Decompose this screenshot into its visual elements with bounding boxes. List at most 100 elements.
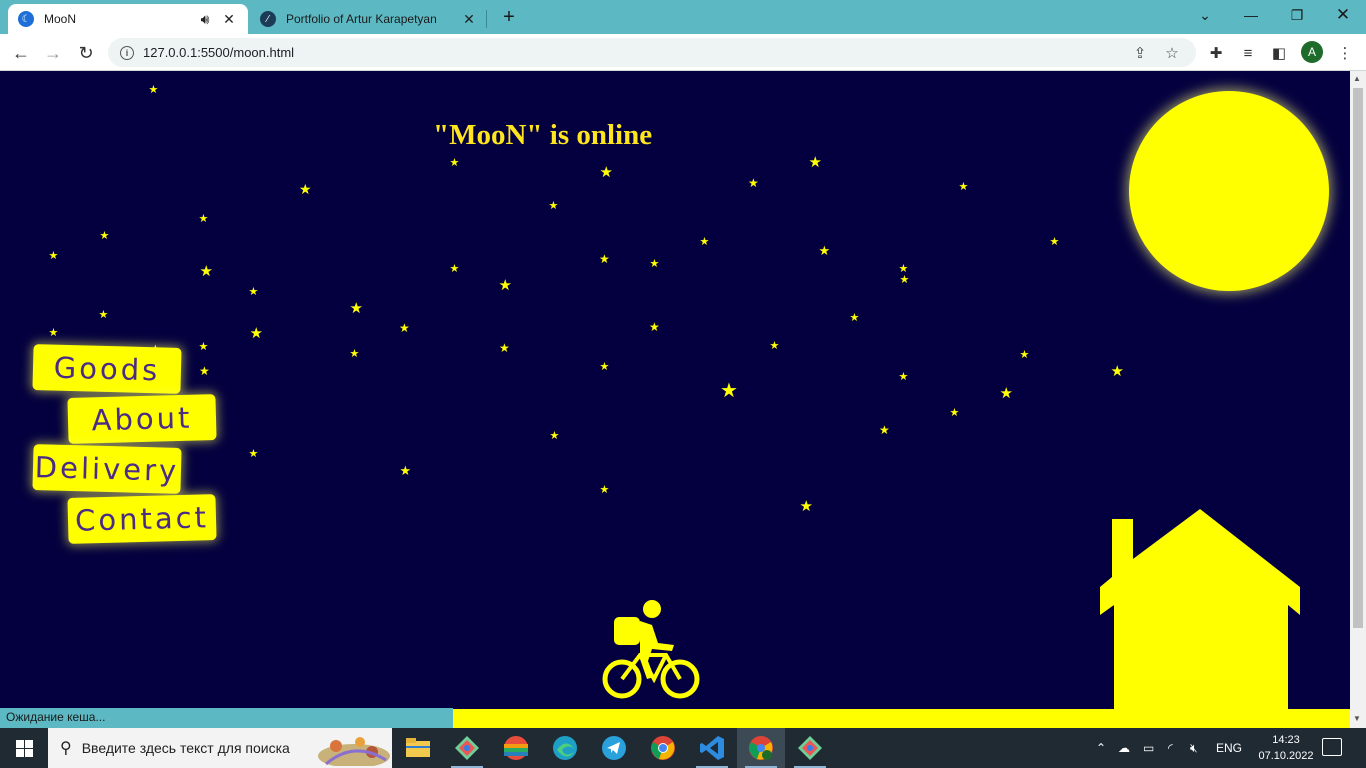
battery-icon[interactable]: ▭ bbox=[1143, 728, 1154, 768]
gitkraken-icon bbox=[798, 736, 822, 760]
star: ★ bbox=[548, 199, 559, 212]
browser-toolbar: ← → ↻ i 127.0.0.1:5500/moon.html ⇪ ☆ ✚ ≡… bbox=[0, 34, 1366, 71]
house-icon bbox=[1100, 509, 1300, 709]
star: ★ bbox=[498, 276, 512, 294]
rainbow-app-icon bbox=[504, 736, 528, 760]
star: ★ bbox=[1019, 348, 1030, 361]
star: ★ bbox=[949, 406, 960, 419]
profile-avatar[interactable]: A bbox=[1301, 41, 1323, 63]
notification-center-icon[interactable] bbox=[1322, 738, 1342, 756]
forward-button[interactable]: → bbox=[40, 40, 66, 66]
star: ★ bbox=[349, 347, 360, 360]
restore-button[interactable]: ❐ bbox=[1274, 0, 1320, 30]
tab-portfolio[interactable]: ⁄ Portfolio of Artur Karapetyan ✕ bbox=[250, 4, 488, 34]
scroll-up-icon[interactable]: ▲ bbox=[1353, 74, 1361, 83]
taskbar-chrome-profile[interactable] bbox=[737, 728, 785, 768]
address-bar[interactable]: i 127.0.0.1:5500/moon.html ⇪ ☆ bbox=[108, 38, 1196, 67]
menu-button-about[interactable]: About bbox=[67, 394, 217, 444]
star: ★ bbox=[198, 340, 209, 353]
star: ★ bbox=[1110, 362, 1124, 380]
taskbar-gitkraken-2[interactable] bbox=[786, 728, 834, 768]
folder-icon bbox=[406, 738, 430, 757]
star: ★ bbox=[599, 163, 613, 181]
star: ★ bbox=[399, 462, 412, 478]
star: ★ bbox=[699, 235, 710, 248]
vertical-scrollbar[interactable]: ▲ ▼ bbox=[1350, 71, 1366, 728]
bookmark-star-icon[interactable]: ☆ bbox=[1160, 44, 1184, 62]
taskbar-vscode[interactable] bbox=[688, 728, 736, 768]
speaker-icon[interactable]: 🔊︎ bbox=[196, 10, 214, 28]
tab-title: MooN bbox=[44, 12, 77, 26]
share-icon[interactable]: ⇪ bbox=[1128, 44, 1152, 62]
url-text: 127.0.0.1:5500/moon.html bbox=[143, 45, 295, 60]
star: ★ bbox=[898, 262, 909, 275]
close-tab-icon[interactable]: ✕ bbox=[220, 10, 238, 28]
new-tab-button[interactable]: + bbox=[498, 6, 520, 28]
close-tab-icon[interactable]: ✕ bbox=[460, 10, 478, 28]
star: ★ bbox=[299, 181, 312, 197]
portfolio-favicon-icon: ⁄ bbox=[260, 11, 276, 27]
star: ★ bbox=[399, 321, 410, 335]
page-viewport: "MooN" is online ★ ★ ★ ★ ★ ★ ★ ★ ★ ★ ★ ★ ★ ★ ★ ★ ★ ★ ★ ★ ★ ★ ★… bbox=[0, 71, 1350, 728]
star: ★ bbox=[649, 257, 660, 270]
star: ★ bbox=[799, 497, 813, 515]
taskbar-telegram[interactable] bbox=[590, 728, 638, 768]
taskbar-chrome[interactable] bbox=[639, 728, 687, 768]
clock-time: 14:23 bbox=[1272, 734, 1300, 746]
back-button[interactable]: ← bbox=[8, 40, 34, 66]
taskbar-rainbow-app[interactable] bbox=[492, 728, 540, 768]
close-window-button[interactable]: ✕ bbox=[1320, 0, 1366, 30]
search-icon: ⚲ bbox=[60, 740, 72, 757]
tray-chevron-icon[interactable]: ⌃ bbox=[1096, 728, 1106, 768]
onedrive-cloud-icon[interactable]: ☁ bbox=[1118, 728, 1130, 768]
star: ★ bbox=[958, 180, 969, 193]
reload-button[interactable]: ↻ bbox=[73, 40, 99, 66]
star: ★ bbox=[48, 249, 59, 262]
star: ★ bbox=[449, 156, 460, 169]
side-panel-icon[interactable]: ◧ bbox=[1268, 42, 1290, 64]
star: ★ bbox=[148, 83, 159, 96]
menu-button-goods[interactable]: Goods bbox=[32, 344, 182, 394]
telegram-icon bbox=[602, 736, 626, 760]
ground-strip bbox=[453, 709, 1350, 728]
tab-search-icon[interactable]: ⌄ bbox=[1182, 0, 1228, 30]
star: ★ bbox=[549, 429, 560, 442]
scroll-down-icon[interactable]: ▼ bbox=[1353, 714, 1361, 723]
site-info-icon[interactable]: i bbox=[120, 45, 134, 60]
star: ★ bbox=[599, 483, 610, 496]
star: ★ bbox=[48, 326, 59, 339]
star: ★ bbox=[769, 339, 780, 352]
menu-button-delivery[interactable]: Delivery bbox=[32, 444, 182, 494]
taskbar-gitkraken[interactable] bbox=[443, 728, 491, 768]
taskbar-file-explorer[interactable] bbox=[394, 728, 442, 768]
star: ★ bbox=[899, 273, 910, 286]
edge-icon bbox=[553, 736, 577, 760]
star: ★ bbox=[1049, 235, 1060, 248]
search-highlight-illustration bbox=[318, 737, 390, 766]
wifi-icon[interactable]: ◜ bbox=[1168, 728, 1173, 768]
star: ★ bbox=[599, 252, 610, 266]
extensions-icon[interactable]: ✚ bbox=[1205, 42, 1227, 64]
star: ★ bbox=[248, 285, 259, 298]
star: ★ bbox=[849, 311, 860, 324]
menu-button-contact[interactable]: Contact bbox=[67, 494, 217, 544]
star: ★ bbox=[199, 262, 213, 280]
taskbar-edge[interactable] bbox=[541, 728, 589, 768]
star: ★ bbox=[449, 262, 460, 275]
tab-moon[interactable]: ☾ MooN 🔊︎ ✕ bbox=[8, 4, 248, 34]
language-indicator[interactable]: ENG bbox=[1216, 728, 1242, 768]
minimize-button[interactable]: — bbox=[1228, 0, 1274, 30]
menu-kebab-icon[interactable]: ⋮ bbox=[1334, 42, 1356, 64]
star: ★ bbox=[98, 308, 109, 321]
delivery-cyclist-icon bbox=[602, 600, 700, 699]
moon bbox=[1129, 91, 1329, 291]
star: ★ bbox=[748, 176, 759, 190]
windows-logo-icon bbox=[15, 739, 33, 757]
windows-start-button[interactable] bbox=[0, 728, 48, 768]
star: ★ bbox=[720, 380, 738, 402]
star: ★ bbox=[808, 153, 822, 171]
scroll-thumb[interactable] bbox=[1353, 88, 1363, 628]
volume-muted-icon[interactable]: 🔇︎ bbox=[1190, 728, 1198, 768]
media-control-icon[interactable]: ≡ bbox=[1237, 42, 1259, 64]
system-clock[interactable]: 14:23 07.10.2022 bbox=[1256, 732, 1316, 764]
